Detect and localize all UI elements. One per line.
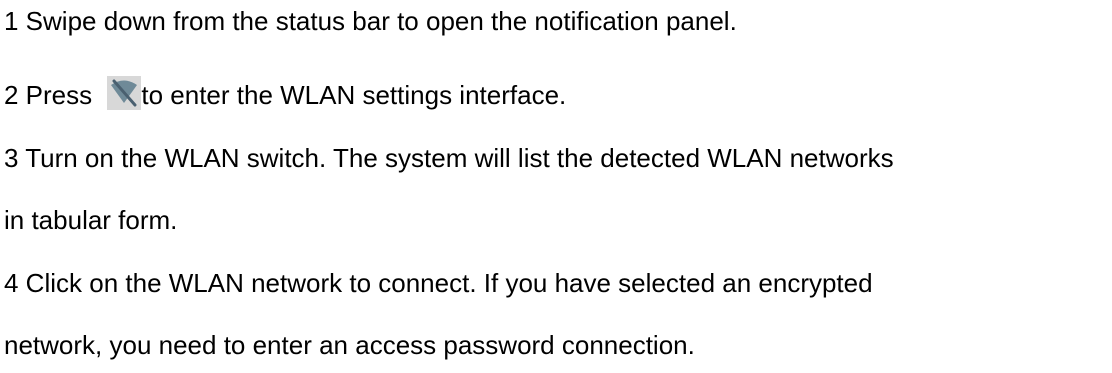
step-1-text: 1 Swipe down from the status bar to open…	[4, 6, 737, 36]
instructions-document: 1 Swipe down from the status bar to open…	[0, 0, 1112, 373]
step-2-line: 2 Press to enter the WLAN settings inter…	[4, 76, 566, 110]
step-2-prefix: 2 Press	[4, 80, 100, 110]
step-3-line-1: 3 Turn on the WLAN switch. The system wi…	[4, 143, 894, 173]
step-2-suffix: to enter the WLAN settings interface.	[141, 80, 567, 110]
step-3-line-2: in tabular form.	[4, 205, 178, 235]
step-4-line-1: 4 Click on the WLAN network to connect. …	[4, 268, 873, 298]
wlan-off-icon	[107, 76, 142, 110]
step-4-line-2: network, you need to enter an access pas…	[4, 330, 695, 360]
